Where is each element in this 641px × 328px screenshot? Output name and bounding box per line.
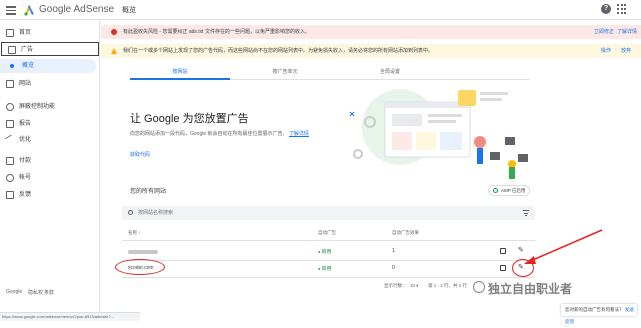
sidebar-item-feedback[interactable]: 反馈 xyxy=(0,188,100,202)
brand-name: Google AdSense xyxy=(39,4,115,15)
sidebar-item-label: 概览 xyxy=(22,63,35,69)
hero-description: 向您的网站添加一段代码，Google 就会自动在所有最佳位置展示广告。 了解详情 xyxy=(130,130,309,137)
search-icon xyxy=(128,210,133,215)
sites-section-title: 您的所有网站 xyxy=(130,189,167,195)
auto-ads-value: 1 xyxy=(392,248,395,254)
table-divider xyxy=(122,277,535,278)
column-header-auto-ads: 自动广告 xyxy=(318,230,336,235)
blurred-site-name xyxy=(128,250,158,254)
auto-ads-illustration xyxy=(349,89,528,179)
sidebar-item-reports[interactable]: 报告 xyxy=(0,117,100,131)
sidebar-item-overview[interactable]: 概览 xyxy=(0,59,96,73)
annotation-circle-site xyxy=(115,259,165,275)
trending-up-icon xyxy=(4,134,16,146)
status-url-bar: https://www.google.com/adsense/new/u/0/p… xyxy=(0,312,140,321)
adsense-logo-icon xyxy=(24,5,34,16)
sidebar-item-label: 屏蔽控制功能 xyxy=(19,104,56,110)
sidebar-item-account[interactable]: 帐号 xyxy=(0,171,100,185)
tab-by-site[interactable]: 按网站 xyxy=(130,66,230,80)
feedback-prompt: 您对新的自动广告有何看法？ 发送反馈 xyxy=(561,304,637,324)
site-search-input[interactable] xyxy=(138,208,518,218)
warning-icon xyxy=(111,48,117,54)
column-header-auto-ads-performance: 自动广告效果 xyxy=(392,230,419,235)
sidebar-item-label: 广告 xyxy=(21,47,34,53)
sidebar-item-blocking-controls[interactable]: 屏蔽控制功能 xyxy=(0,100,100,114)
top-bar: Google AdSense 概览 ? xyxy=(0,0,641,20)
rows-per-page-select[interactable]: 10 ▾ xyxy=(410,283,419,289)
column-header-name[interactable]: 名称 ↑ xyxy=(128,230,141,236)
gear-icon xyxy=(6,174,14,182)
sidebar-item-sites[interactable]: 网站 xyxy=(0,77,100,91)
reports-icon xyxy=(6,120,14,128)
sidebar-item-label: 优化 xyxy=(19,137,32,143)
check-circle-icon xyxy=(493,188,498,193)
filter-icon[interactable] xyxy=(523,210,529,216)
footer-link-privacy[interactable]: 隐私权 xyxy=(28,289,43,296)
amp-button-label: AMP 已启用 xyxy=(501,188,526,193)
sidebar-item-optimize[interactable]: 优化 xyxy=(0,133,100,147)
alert-unlisted-sites: 我们在一个或多个网站上发现了您的广告代码，而这些网站尚不在您的网站列表中。为避免… xyxy=(101,44,641,58)
sidebar-item-label: 报告 xyxy=(19,121,32,127)
sidebar-item-ads[interactable]: 广告 xyxy=(1,42,99,56)
page-title: 概览 xyxy=(122,7,136,14)
learn-more-link[interactable]: 了解详情 xyxy=(617,25,637,39)
sidebar-item-label: 首页 xyxy=(19,30,32,36)
ad-preview-icon[interactable] xyxy=(500,265,506,271)
sidebar: 首页 广告 概览 网站 屏蔽控制功能 报告 优化 付款 帐号 反馈 xyxy=(0,20,100,321)
sidebar-item-label: 网站 xyxy=(19,81,32,87)
get-code-link[interactable]: 获取代码 xyxy=(130,151,150,158)
help-icon[interactable]: ? xyxy=(601,4,611,14)
alert-text: 有此盈收失风险 - 您需要纠正 ads.txt 文件存在的一些问题，以免严重影响… xyxy=(123,29,310,35)
payments-icon xyxy=(6,157,14,165)
tab-global-settings[interactable]: 全局设置 xyxy=(340,66,440,78)
rows-per-page-label: 显示行数： xyxy=(384,283,407,288)
watermark-text: 独立自由职业者 xyxy=(488,282,573,296)
learn-more-link[interactable]: 了解详情 xyxy=(289,131,309,137)
apps-grid-icon[interactable] xyxy=(617,4,627,14)
tab-bar: 按网站 按广告单元 全局设置 xyxy=(130,66,530,80)
error-icon xyxy=(111,29,117,35)
wechat-logo-icon xyxy=(473,281,485,293)
tab-by-ad-unit[interactable]: 按广告单元 xyxy=(235,66,335,78)
sidebar-item-home[interactable]: 首页 xyxy=(0,26,100,40)
annotation-arrow-icon xyxy=(524,229,603,264)
sidebar-item-label: 反馈 xyxy=(19,192,32,198)
footer-link-google[interactable]: Google xyxy=(6,289,22,295)
hero-description-text: 向您的网站添加一段代码，Google 就会自动在所有最佳位置展示广告。 xyxy=(130,131,288,137)
auto-ads-status: 启用 xyxy=(318,248,332,255)
sidebar-item-payments[interactable]: 付款 xyxy=(0,154,100,168)
alert-ads-txt: 有此盈收失风险 - 您需要纠正 ads.txt 文件存在的一些问题，以免严重影响… xyxy=(101,25,641,39)
alert-text: 我们在一个或多个网站上发现了您的广告代码，而这些网站尚不在您的网站列表中。为避免… xyxy=(123,48,434,54)
feedback-question: 您对新的自动广告有何看法？ xyxy=(565,307,624,312)
dismiss-link[interactable]: 放弃 xyxy=(621,44,631,58)
hero-title: 让 Google 为您放置广告 xyxy=(130,113,249,125)
active-dot-icon xyxy=(10,64,14,68)
footer-link-terms[interactable]: 条款 xyxy=(44,289,54,296)
block-icon xyxy=(6,103,14,111)
home-icon xyxy=(6,29,14,37)
auto-ads-status: 启用 xyxy=(318,265,332,272)
feedback-icon xyxy=(6,191,14,199)
ads-icon xyxy=(8,46,16,54)
sidebar-item-label: 帐号 xyxy=(19,175,32,181)
sites-icon xyxy=(6,80,14,88)
pagination-range: 第 1 - 2 行，共 2 行 xyxy=(428,283,468,288)
amp-enabled-button[interactable]: AMP 已启用 xyxy=(488,185,530,196)
menu-icon[interactable] xyxy=(6,4,16,16)
table-divider xyxy=(122,240,535,241)
action-link[interactable]: 操作 xyxy=(601,44,611,58)
auto-ads-value: 0 xyxy=(392,265,395,271)
site-search-bar xyxy=(122,206,535,220)
fix-now-link[interactable]: 立即修正 xyxy=(594,25,614,39)
table-divider xyxy=(122,260,535,261)
sidebar-item-label: 付款 xyxy=(19,158,32,164)
ad-preview-icon[interactable] xyxy=(500,248,506,254)
